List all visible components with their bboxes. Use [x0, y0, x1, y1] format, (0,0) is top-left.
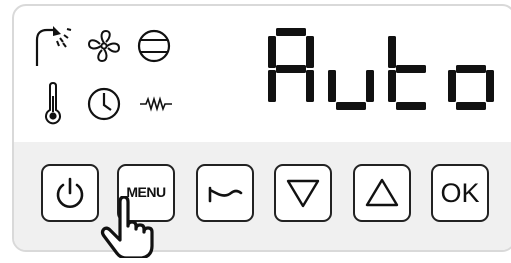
- display-segment: [456, 65, 486, 73]
- fan-icon: [86, 28, 122, 69]
- display-segment: [396, 102, 426, 110]
- heater-resistance-icon: [140, 96, 172, 117]
- up-triangle-icon: [364, 177, 400, 209]
- return-icon: [205, 181, 245, 205]
- ok-button[interactable]: OK: [431, 164, 489, 222]
- return-button[interactable]: [196, 164, 254, 222]
- up-button[interactable]: [353, 164, 411, 222]
- display-segment: [448, 70, 456, 102]
- display-segment: [306, 36, 314, 68]
- power-icon: [53, 176, 87, 210]
- display-segment: [336, 102, 366, 110]
- display-segment: [388, 70, 396, 102]
- display-segment: [396, 65, 426, 73]
- display-segment: [456, 102, 486, 110]
- display-segment: [268, 70, 276, 102]
- display-segment: [306, 70, 314, 102]
- thermometer-icon: [44, 81, 62, 131]
- down-triangle-icon: [285, 177, 321, 209]
- power-button[interactable]: [41, 164, 99, 222]
- display-segment: [276, 28, 306, 36]
- shower-icon: [30, 24, 72, 73]
- display-segment: [328, 70, 336, 102]
- segment-display: Auto: [262, 20, 507, 118]
- display-segment: [276, 65, 306, 73]
- display-segment: [486, 70, 494, 102]
- ok-label: OK: [440, 177, 480, 208]
- down-button[interactable]: [274, 164, 332, 222]
- clock-icon: [86, 86, 122, 127]
- compressor-icon: [136, 28, 172, 69]
- segment-digits: [268, 28, 494, 110]
- display-segment: [388, 36, 396, 68]
- display-segment: [268, 36, 276, 68]
- pointer-hand-icon: [100, 195, 164, 263]
- display-segment: [366, 70, 374, 102]
